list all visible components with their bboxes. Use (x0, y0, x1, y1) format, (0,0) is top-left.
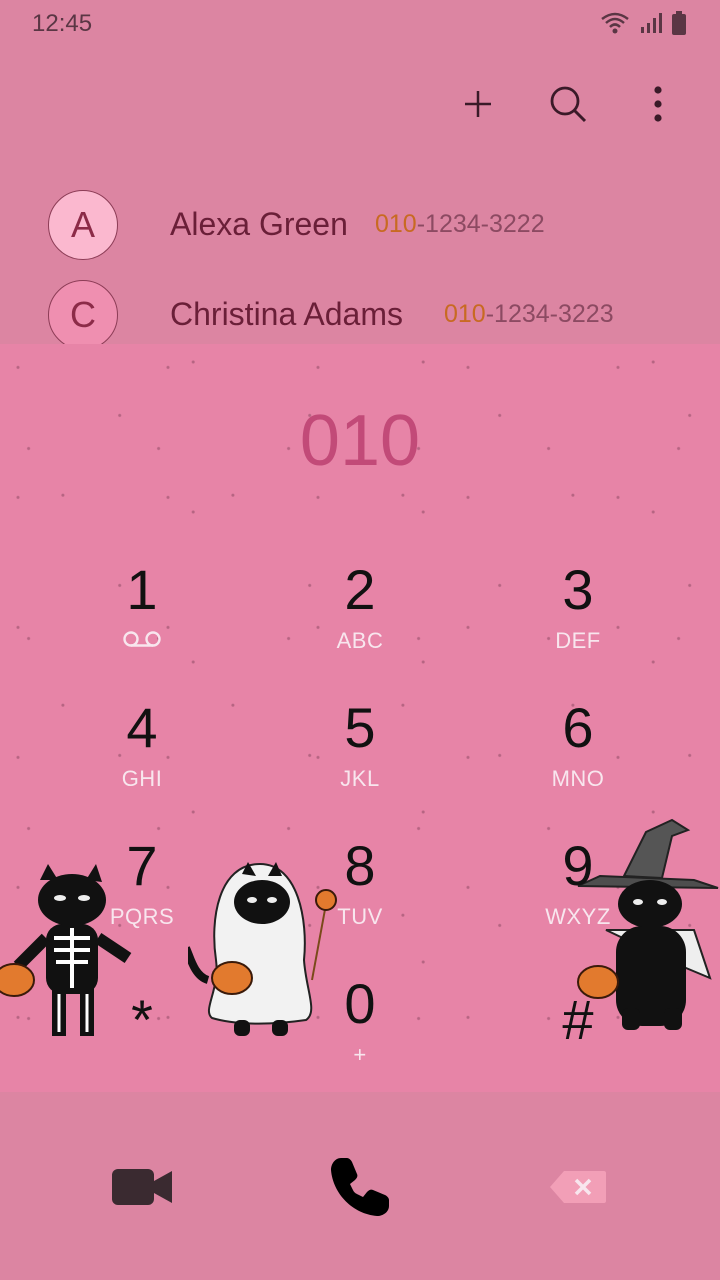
more-options-button[interactable] (636, 82, 680, 126)
key-letters: DEF (555, 628, 601, 653)
search-button[interactable] (546, 82, 590, 126)
dialpad-area: 010 1 2 ABC 3 DEF 4 GHI 5 JKL 6 MNO 7 PQ… (0, 344, 720, 1092)
key-letters: MNO (551, 766, 605, 791)
key-digit: 5 (344, 696, 376, 759)
key-letters: TUV (337, 904, 383, 929)
key-letters: JKL (340, 766, 380, 791)
wifi-icon (601, 12, 629, 34)
backspace-icon (550, 1171, 606, 1203)
contact-number: 010-1234-3223 (444, 300, 614, 329)
number-rest: -1234-3223 (485, 300, 614, 328)
key-3[interactable]: 3 DEF (478, 558, 678, 678)
avatar: A (48, 190, 118, 260)
key-letters: WXYZ (545, 904, 611, 929)
phone-icon (331, 1158, 389, 1216)
key-0[interactable]: 0 + (260, 972, 460, 1092)
key-6[interactable]: 6 MNO (478, 696, 678, 816)
top-actions (456, 82, 680, 126)
key-digit: 9 (562, 834, 594, 897)
contact-name: Christina Adams (170, 296, 403, 332)
more-vertical-icon (654, 86, 662, 122)
key-digit: 0 (344, 972, 376, 1035)
status-time: 12:45 (32, 10, 93, 37)
number-match: 010 (375, 210, 417, 238)
contact-suggestion[interactable]: A Alexa Green 010-1234-3222 (0, 190, 720, 270)
key-7[interactable]: 7 PQRS (42, 834, 242, 954)
key-digit: * (131, 988, 153, 1051)
number-rest: -1234-3222 (416, 210, 545, 238)
key-digit: 8 (344, 834, 376, 897)
bottom-bar (0, 1092, 720, 1280)
video-call-button[interactable] (102, 1152, 182, 1222)
key-2[interactable]: 2 ABC (260, 558, 460, 678)
key-1[interactable]: 1 (42, 558, 242, 678)
status-icons (600, 11, 686, 35)
key-letters: GHI (121, 766, 163, 791)
key-digit: 3 (562, 558, 594, 621)
key-9[interactable]: 9 WXYZ (478, 834, 678, 954)
contact-number: 010-1234-3222 (375, 210, 545, 239)
add-contact-button[interactable] (456, 82, 500, 126)
key-digit: 1 (126, 558, 158, 621)
key-digit: 2 (344, 558, 376, 621)
key-digit: # (562, 988, 594, 1051)
key-hash[interactable]: # (478, 988, 678, 1051)
avatar-initial: A (70, 204, 95, 245)
key-digit: 6 (562, 696, 594, 759)
avatar: C (48, 280, 118, 350)
contact-name: Alexa Green (170, 206, 348, 242)
key-4[interactable]: 4 GHI (42, 696, 242, 816)
key-5[interactable]: 5 JKL (260, 696, 460, 816)
key-digit: 4 (126, 696, 158, 759)
battery-icon (672, 11, 686, 35)
search-icon (550, 86, 587, 123)
call-button[interactable] (320, 1152, 400, 1222)
key-letters: + (353, 1042, 367, 1067)
typed-number: 010 (299, 401, 421, 481)
key-letters: PQRS (109, 904, 175, 929)
key-star[interactable]: * (42, 988, 242, 1051)
avatar-initial: C (70, 294, 96, 335)
key-8[interactable]: 8 TUV (260, 834, 460, 954)
voicemail-icon (123, 631, 161, 647)
key-digit: 7 (126, 834, 158, 897)
backspace-button[interactable] (538, 1152, 618, 1222)
signal-icon (641, 13, 662, 33)
key-letters: ABC (336, 628, 384, 653)
number-match: 010 (444, 300, 486, 328)
video-camera-icon (112, 1169, 172, 1205)
plus-icon (465, 91, 491, 117)
status-bar: 12:45 (0, 0, 720, 50)
